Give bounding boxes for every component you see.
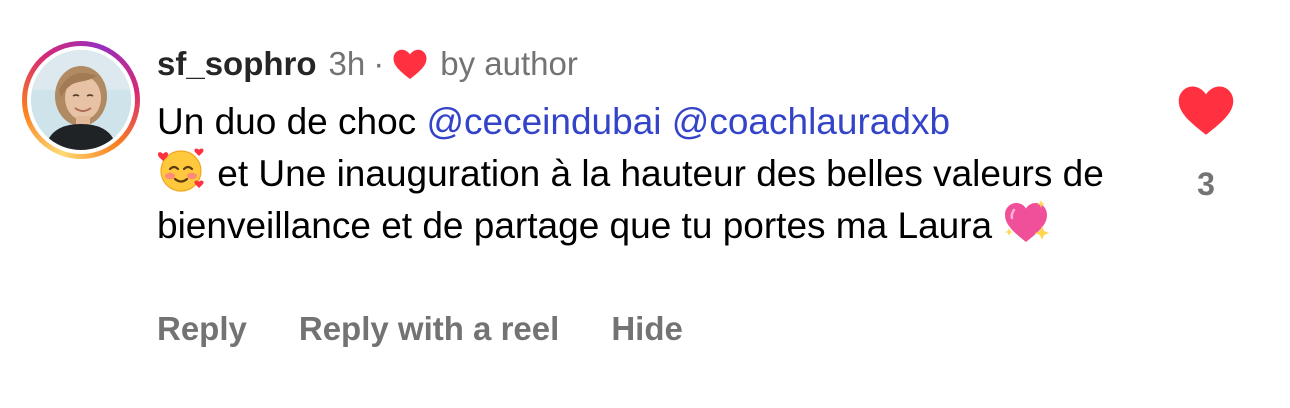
- mention-link[interactable]: @ceceindubai: [426, 101, 661, 142]
- comment-text-segment: [662, 101, 672, 142]
- comment-text: Un duo de choc @ceceindubai @coachlaurad…: [157, 98, 1117, 250]
- like-heart-icon[interactable]: [1176, 84, 1236, 136]
- comment: sf_sophro 3h · by author Un duo de choc …: [0, 0, 1290, 408]
- heart-icon: [392, 48, 428, 80]
- comment-time: 3h: [328, 45, 366, 82]
- mention-link[interactable]: @coachlauradxb: [672, 101, 950, 142]
- sparkling-heart-emoji: [1002, 198, 1052, 246]
- smiling-face-with-hearts-emoji: [157, 146, 207, 194]
- separator-dot: ·: [373, 45, 385, 82]
- like-control: 3: [1176, 84, 1236, 203]
- profile-photo: [31, 50, 131, 150]
- comment-text-segment: Un duo de choc: [157, 101, 427, 142]
- comment-text-segment: et Une inauguration à la hauteur des bel…: [157, 153, 1104, 246]
- like-count[interactable]: 3: [1176, 166, 1236, 203]
- reply-with-reel-button[interactable]: Reply with a reel: [299, 310, 559, 348]
- hide-button[interactable]: Hide: [611, 310, 683, 348]
- username[interactable]: sf_sophro: [157, 45, 317, 83]
- comment-actions: Reply Reply with a reel Hide: [157, 310, 683, 348]
- liked-by-author-label: by author: [440, 45, 578, 82]
- comment-header: sf_sophro 3h · by author: [157, 40, 578, 88]
- reply-button[interactable]: Reply: [157, 310, 247, 348]
- avatar[interactable]: [22, 41, 140, 159]
